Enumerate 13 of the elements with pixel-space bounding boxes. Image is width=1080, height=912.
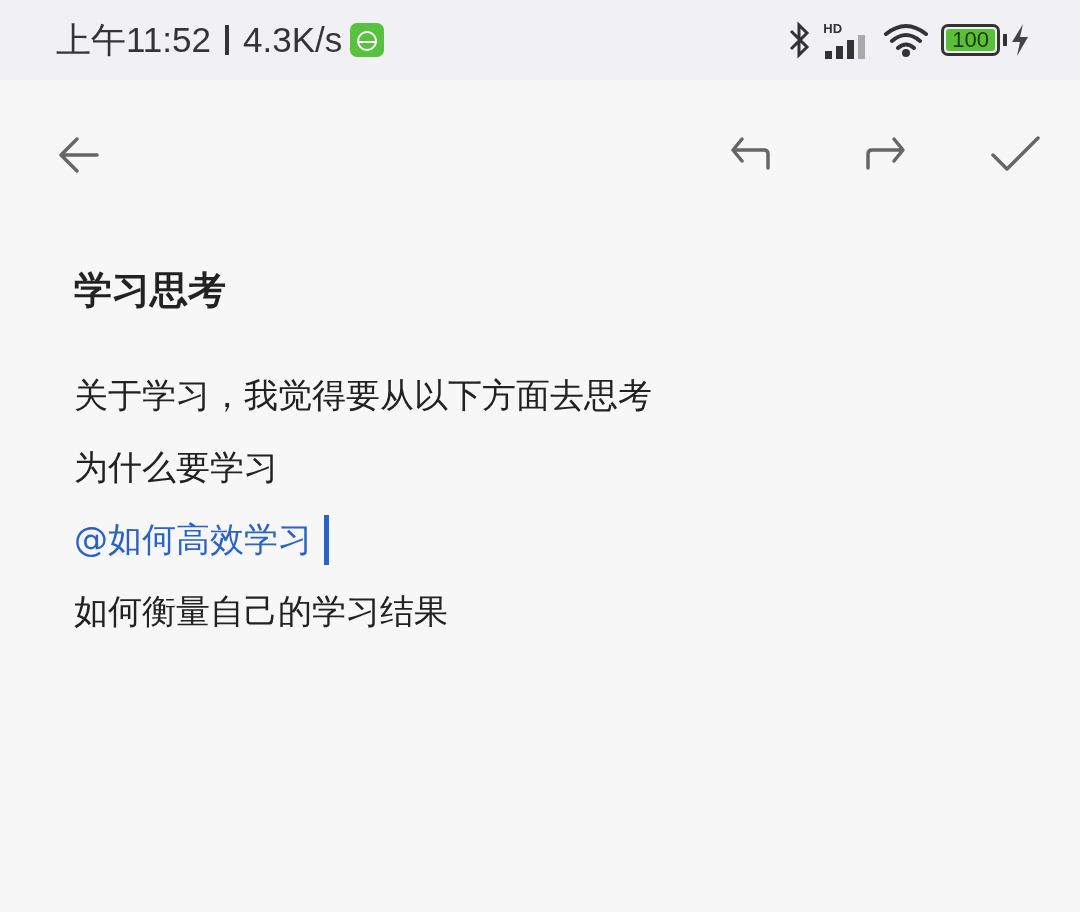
bluetooth-icon (787, 21, 812, 59)
separator-bar (225, 25, 229, 55)
charging-icon (1010, 24, 1030, 56)
note-line: 关于学习，我觉得要从以下方面去思考 (74, 374, 652, 417)
note-title: 学习思考 (74, 267, 227, 314)
mention-link[interactable]: @如何高效学习 (74, 517, 312, 563)
note-line: 为什么要学习 (74, 446, 278, 489)
wifi-icon (883, 22, 930, 58)
battery-level: 100 (946, 29, 995, 51)
clock: 上午11:52 (56, 18, 211, 61)
note-line: 如何衡量自己的学习结果 (74, 590, 448, 633)
network-speed: 4.3K/s (243, 20, 343, 60)
network-type-label: HD (823, 21, 843, 35)
